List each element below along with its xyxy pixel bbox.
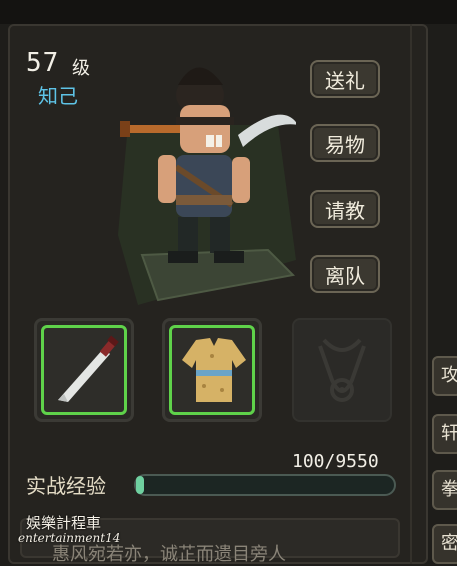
gift-button[interactable]: 送礼 <box>310 60 380 98</box>
exp-bar <box>134 474 396 496</box>
necklace-icon <box>318 338 366 402</box>
character-portrait <box>118 67 296 305</box>
machete-icon <box>58 335 119 402</box>
accessory-slot[interactable] <box>292 318 392 422</box>
tunic-icon <box>182 338 246 402</box>
top-strip <box>0 0 457 24</box>
exp-bar-fill <box>136 476 144 494</box>
armor-slot-frame <box>169 325 255 415</box>
watermark-cn: 娛樂計程車 <box>26 514 102 532</box>
learn-button[interactable]: 请教 <box>310 190 380 228</box>
relation-status: 知己 <box>38 84 78 108</box>
side-tab-4[interactable]: 密 <box>432 524 457 564</box>
side-tab-2[interactable]: 轩 <box>432 414 457 454</box>
trade-button[interactable]: 易物 <box>310 124 380 162</box>
weapon-slot[interactable] <box>34 318 134 422</box>
watermark-en: entertainment14 <box>18 531 121 545</box>
side-tab-1[interactable]: 攻 <box>432 356 457 396</box>
weapon-slot-frame <box>41 325 127 415</box>
level-unit-label: 级 <box>72 58 90 79</box>
side-tab-3[interactable]: 拳 <box>432 470 457 510</box>
leave-party-button[interactable]: 离队 <box>310 255 380 293</box>
panel-divider <box>410 24 412 564</box>
exp-value: 100/9550 <box>292 451 379 472</box>
character-level: 57 <box>26 48 60 78</box>
exp-label: 实战经验 <box>26 474 106 498</box>
armor-slot[interactable] <box>162 318 262 422</box>
